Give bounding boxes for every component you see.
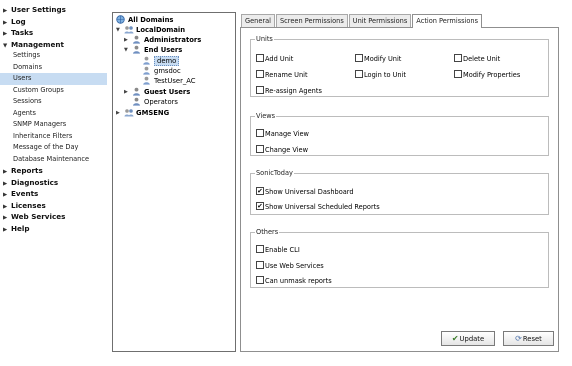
nav-section-tasks[interactable]: ▶ Tasks <box>0 27 107 39</box>
domain-icon <box>124 108 134 117</box>
globe-icon <box>116 15 126 24</box>
nav-item-message-of-the-day[interactable]: Message of the Day <box>0 142 107 154</box>
checkbox-box[interactable] <box>454 54 462 62</box>
permission-tabs: General Screen Permissions Unit Permissi… <box>241 14 483 28</box>
tree-node-end-users[interactable]: ▼ End Users <box>124 45 182 55</box>
checkbox-box[interactable] <box>256 54 264 62</box>
tree-node-localdomain[interactable]: ▼ LocalDomain <box>116 25 185 35</box>
checkbox-manage-view[interactable]: Manage View <box>256 129 309 139</box>
tree-node-administrators[interactable]: ▶ Administrators <box>124 35 201 45</box>
group-title: Units <box>256 35 273 43</box>
nav-item-database-maintenance[interactable]: Database Maintenance <box>0 154 107 166</box>
nav-section-licenses[interactable]: ▶ Licenses <box>0 200 107 212</box>
expand-icon[interactable]: ▶ <box>116 108 124 118</box>
nav-section-user-settings[interactable]: ▶ User Settings <box>0 4 107 16</box>
tree-node-operators[interactable]: Operators <box>132 97 178 107</box>
tree-node-gmsdoc[interactable]: gmsdoc <box>142 66 181 76</box>
update-button[interactable]: ✔Update <box>441 331 495 346</box>
nav-section-log[interactable]: ▶ Log <box>0 16 107 28</box>
checkbox-box[interactable] <box>256 86 264 94</box>
checkbox-login-to-unit[interactable]: Login to Unit <box>355 70 406 80</box>
reset-icon: ⟳ <box>515 334 522 343</box>
left-navigation: ▶ User Settings ▶ Log ▶ Tasks ▼ Management S… <box>0 4 107 354</box>
checkbox-rename-unit[interactable]: Rename Unit <box>256 70 308 80</box>
nav-section-reports[interactable]: ▶ Reports <box>0 165 107 177</box>
checkbox-box[interactable] <box>355 54 363 62</box>
nav-item-agents[interactable]: Agents <box>0 108 107 120</box>
group-title: Views <box>256 112 276 120</box>
tree-node-guest-users[interactable]: ▶ Guest Users <box>124 87 190 97</box>
checkbox-enable-cli[interactable]: Enable CLI <box>256 245 300 255</box>
tree-node-all-domains[interactable]: All Domains <box>116 15 173 25</box>
tab-action-permissions[interactable]: Action Permissions <box>412 14 483 28</box>
checkbox-box[interactable] <box>355 70 363 78</box>
nav-section-events[interactable]: ▶ Events <box>0 188 107 200</box>
group-title: SonicToday <box>256 169 293 177</box>
checkbox-box[interactable] <box>256 187 264 195</box>
chevron-down-icon: ▼ <box>3 42 8 49</box>
nav-item-custom-groups[interactable]: Custom Groups <box>0 85 107 97</box>
checkbox-add-unit[interactable]: Add Unit <box>256 54 293 64</box>
tab-screen-permissions[interactable]: Screen Permissions <box>276 14 348 27</box>
reset-button[interactable]: ⟳Reset <box>503 331 554 346</box>
checkmark-icon: ✔ <box>451 334 459 343</box>
expand-icon[interactable]: ▶ <box>124 87 132 97</box>
checkbox-box[interactable] <box>256 145 264 153</box>
user-icon <box>142 56 152 65</box>
collapse-icon[interactable]: ▼ <box>124 45 132 55</box>
checkbox-box[interactable] <box>256 202 264 210</box>
collapse-icon[interactable]: ▼ <box>116 25 124 35</box>
checkbox-box[interactable] <box>256 261 264 269</box>
nav-section-management[interactable]: ▼ Management <box>0 39 107 51</box>
user-icon <box>142 66 152 75</box>
expand-icon[interactable]: ▶ <box>124 35 132 45</box>
checkbox-modify-properties[interactable]: Modify Properties <box>454 70 520 80</box>
group-sonictoday: SonicToday Show Universal Dashboard Show… <box>250 169 549 215</box>
tree-node-gmseng[interactable]: ▶ GMSENG <box>116 108 169 118</box>
domain-user-tree: All Domains ▼ LocalDomain ▶ Administrators… <box>112 12 236 352</box>
checkbox-box[interactable] <box>256 70 264 78</box>
nav-item-domains[interactable]: Domains <box>0 62 107 74</box>
checkbox-change-view[interactable]: Change View <box>256 145 308 155</box>
nav-item-sessions[interactable]: Sessions <box>0 96 107 108</box>
checkbox-box[interactable] <box>256 245 264 253</box>
tree-node-testuser-ac[interactable]: TestUser_AC <box>142 76 196 86</box>
nav-item-users[interactable]: Users <box>0 73 107 85</box>
tree-node-demo[interactable]: demo <box>142 56 180 66</box>
checkbox-delete-unit[interactable]: Delete Unit <box>454 54 500 64</box>
users-group-icon <box>132 35 142 44</box>
tab-general[interactable]: General <box>241 14 275 27</box>
checkbox-box[interactable] <box>256 129 264 137</box>
users-group-icon <box>132 97 142 106</box>
nav-item-snmp-managers[interactable]: SNMP Managers <box>0 119 107 131</box>
checkbox-use-web-services[interactable]: Use Web Services <box>256 261 324 271</box>
user-icon <box>142 76 152 85</box>
checkbox-modify-unit[interactable]: Modify Unit <box>355 54 401 64</box>
checkbox-show-universal-dashboard[interactable]: Show Universal Dashboard <box>256 187 354 197</box>
nav-item-settings[interactable]: Settings <box>0 50 107 62</box>
checkbox-reassign-agents[interactable]: Re-assign Agents <box>256 86 322 96</box>
action-permissions-panel: Units Add Unit Modify Unit Delete Unit R… <box>240 27 559 352</box>
nav-item-inheritance-filters[interactable]: Inheritance Filters <box>0 131 107 143</box>
group-title: Others <box>256 228 279 236</box>
group-units: Units Add Unit Modify Unit Delete Unit R… <box>250 35 549 97</box>
group-views: Views Manage View Change View <box>250 112 549 156</box>
chevron-right-icon: ▶ <box>3 226 8 233</box>
nav-section-diagnostics[interactable]: ▶ Diagnostics <box>0 177 107 189</box>
checkbox-can-unmask-reports[interactable]: Can unmask reports <box>256 276 332 286</box>
checkbox-show-universal-scheduled-reports[interactable]: Show Universal Scheduled Reports <box>256 202 380 212</box>
checkbox-box[interactable] <box>454 70 462 78</box>
users-group-icon <box>132 45 142 54</box>
nav-section-help[interactable]: ▶ Help <box>0 223 107 235</box>
domain-icon <box>124 25 134 34</box>
users-group-icon <box>132 87 142 96</box>
group-others: Others Enable CLI Use Web Services Can u… <box>250 228 549 288</box>
checkbox-box[interactable] <box>256 276 264 284</box>
tab-unit-permissions[interactable]: Unit Permissions <box>348 14 412 27</box>
nav-section-web-services[interactable]: ▶ Web Services <box>0 211 107 223</box>
